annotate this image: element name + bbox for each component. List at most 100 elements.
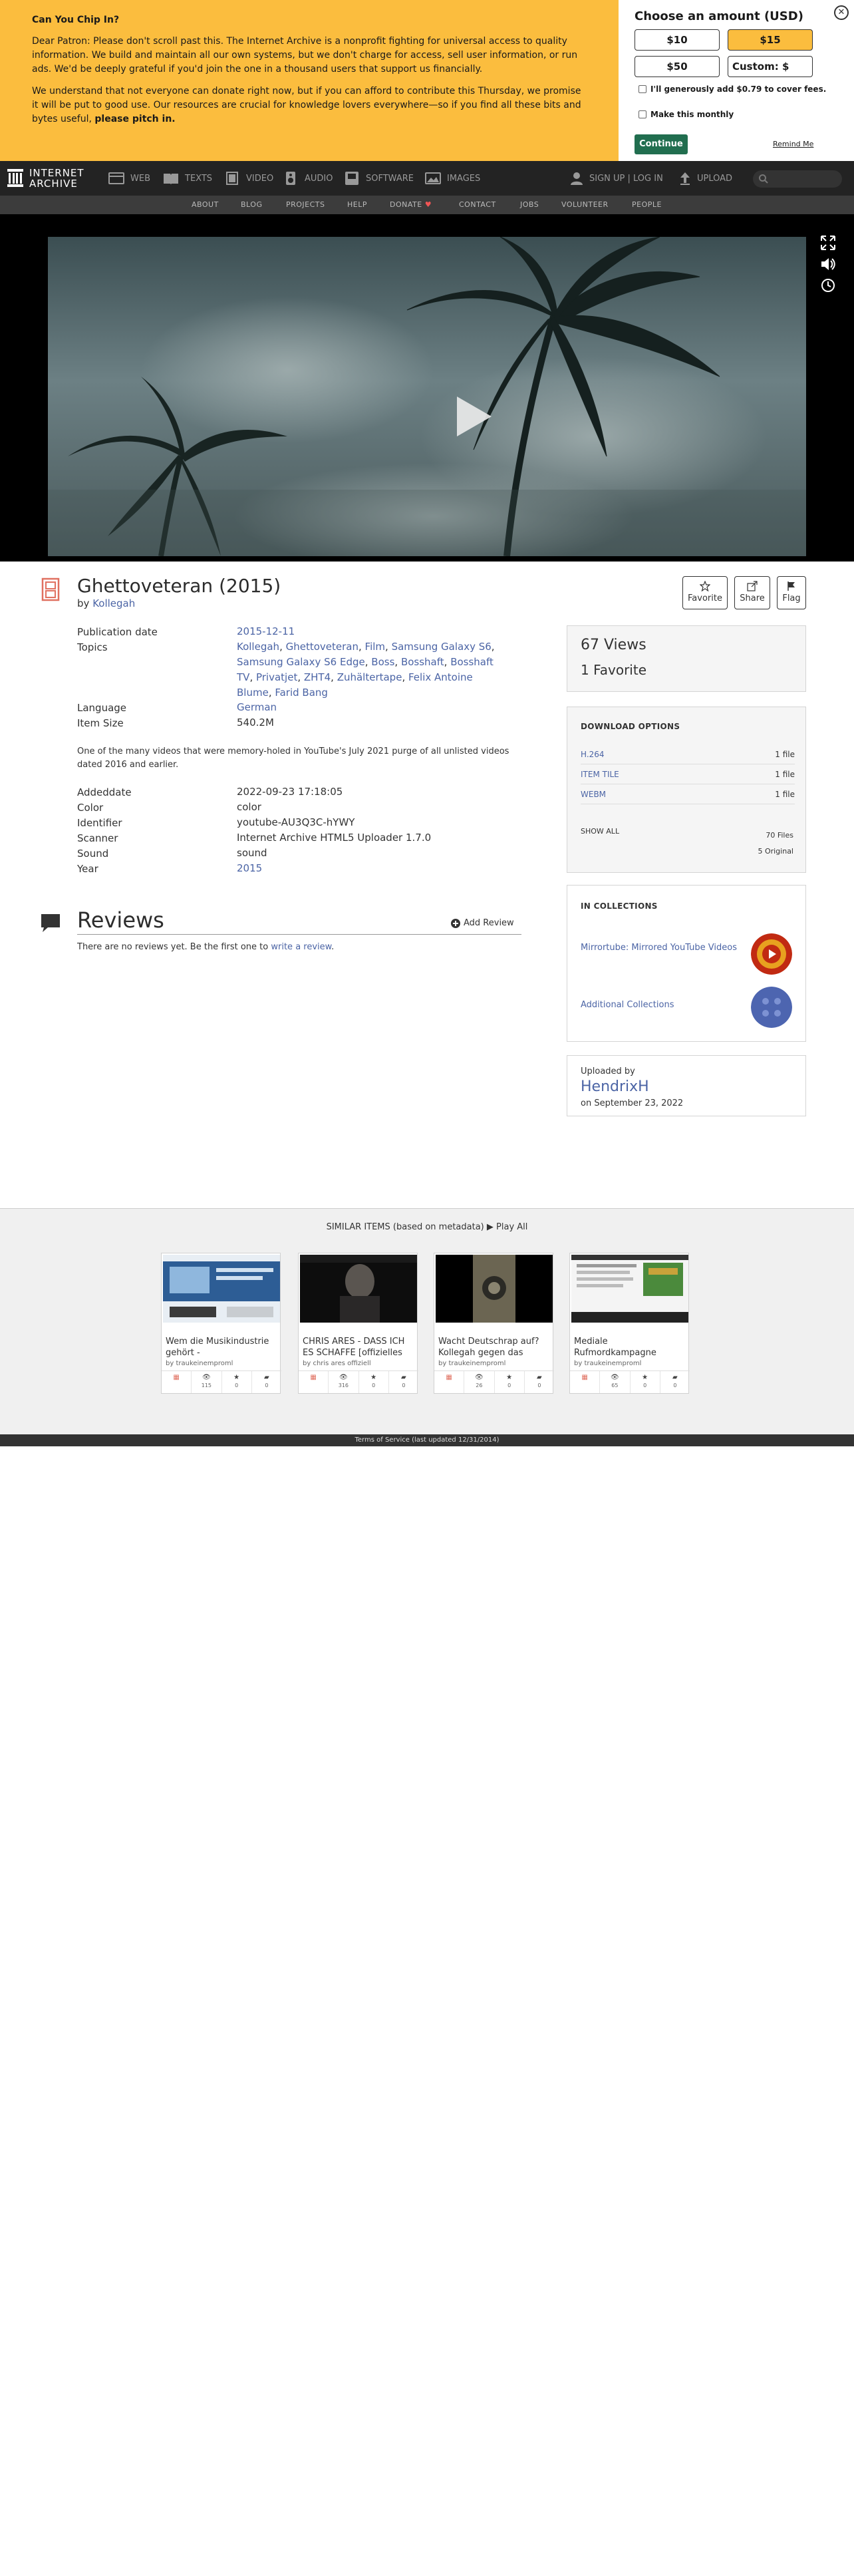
nav-texts[interactable]: TEXTS bbox=[162, 161, 212, 196]
favorite-button[interactable]: Favorite bbox=[682, 576, 728, 609]
search-input[interactable] bbox=[753, 170, 842, 188]
similar-item-thumbnail[interactable] bbox=[571, 1255, 688, 1323]
topic-link[interactable]: Samsung Galaxy S6 bbox=[392, 641, 492, 653]
remind-me-link[interactable]: Remind Me bbox=[773, 140, 813, 148]
video-still-image bbox=[48, 237, 806, 556]
donation-form: Choose an amount (USD) $10 $15 $50 Custo… bbox=[619, 0, 854, 161]
eye-icon: 👁 bbox=[202, 1374, 211, 1381]
add-review-button[interactable]: Add Review bbox=[451, 918, 514, 928]
similar-items-heading: SIMILAR ITEMS (based on metadata) ▶ Play… bbox=[0, 1222, 854, 1232]
search-icon bbox=[759, 174, 768, 184]
eye-icon: 👁 bbox=[611, 1374, 619, 1381]
amount-15-button[interactable]: $15 bbox=[728, 29, 813, 51]
similar-item-stats: ▦ 👁 65 ★ 0 ▰ 0 bbox=[570, 1370, 690, 1393]
continue-button[interactable]: Continue bbox=[635, 134, 688, 154]
topic-link[interactable]: Kollegah bbox=[237, 641, 279, 653]
close-banner-button[interactable]: ✕ bbox=[834, 5, 849, 20]
topic-link[interactable]: Ghettoveteran bbox=[286, 641, 358, 653]
video-frame[interactable] bbox=[48, 237, 806, 556]
amount-50-button[interactable]: $50 bbox=[635, 56, 720, 77]
internet-archive-logo[interactable]: INTERNET ARCHIVE bbox=[7, 166, 100, 190]
topic-link[interactable]: Zuhältertape bbox=[337, 671, 402, 683]
similar-item-card[interactable]: Wacht Deutschrap auf? Kollegah gegen das… bbox=[434, 1253, 554, 1394]
terms-of-service-link[interactable]: Terms of Service (last updated 12/31/201… bbox=[355, 1436, 499, 1444]
pubdate-link[interactable]: 2015-12-11 bbox=[237, 625, 295, 637]
collection-thumbnail-additional[interactable] bbox=[751, 987, 792, 1028]
language-link[interactable]: German bbox=[237, 701, 277, 713]
views-value: 26 bbox=[476, 1382, 483, 1388]
download-format-h264[interactable]: H.264 bbox=[581, 750, 605, 759]
add-review-label: Add Review bbox=[464, 918, 514, 928]
video-player[interactable] bbox=[0, 214, 854, 562]
nav-web[interactable]: WEB bbox=[108, 161, 150, 196]
subnav-help[interactable]: HELP bbox=[347, 196, 367, 214]
play-all-button[interactable]: ▶ Play All bbox=[487, 1222, 528, 1232]
subnav-people[interactable]: PEOPLE bbox=[632, 196, 662, 214]
subnav-about[interactable]: ABOUT bbox=[192, 196, 219, 214]
nav-images[interactable]: IMAGES bbox=[424, 161, 480, 196]
topic-link[interactable]: ZHT4 bbox=[304, 671, 331, 683]
fee-checkbox-row[interactable]: I'll generously add $0.79 to cover fees. bbox=[639, 84, 838, 94]
nav-software[interactable]: SOFTWARE bbox=[343, 161, 414, 196]
write-review-link[interactable]: write a review bbox=[271, 942, 331, 952]
similar-item-thumbnail[interactable] bbox=[436, 1255, 553, 1323]
share-button[interactable]: Share bbox=[734, 576, 770, 609]
amount-10-button[interactable]: $10 bbox=[635, 29, 720, 51]
similar-item-card[interactable]: CHRIS ARES - DASS ICH ES SCHAFFE [offizi… bbox=[298, 1253, 418, 1394]
addeddate-label: Addeddate bbox=[77, 786, 132, 798]
volume-icon[interactable] bbox=[819, 255, 837, 273]
similar-item-card[interactable]: Wem die Musikindustrie gehört - by trauk… bbox=[161, 1253, 281, 1394]
custom-amount-input[interactable]: Custom: $ bbox=[728, 56, 813, 77]
monthly-checkbox[interactable] bbox=[639, 110, 646, 118]
topic-link[interactable]: Boss bbox=[371, 656, 394, 668]
subnav-volunteer[interactable]: VOLUNTEER bbox=[561, 196, 609, 214]
flag-button[interactable]: Flag bbox=[777, 576, 806, 609]
download-format-item-tile[interactable]: ITEM TILE bbox=[581, 770, 619, 779]
collection-thumbnail-mirrortube[interactable] bbox=[751, 933, 792, 975]
uploader-link[interactable]: HendrixH bbox=[581, 1078, 649, 1095]
subnav-projects[interactable]: PROJECTS bbox=[286, 196, 325, 214]
collection-link-mirrortube[interactable]: Mirrortube: Mirrored YouTube Videos bbox=[581, 941, 754, 954]
creator-link[interactable]: Kollegah bbox=[92, 597, 135, 609]
upload-label: UPLOAD bbox=[697, 173, 733, 184]
signin-link[interactable]: SIGN UP | LOG IN bbox=[569, 161, 663, 196]
share-icon bbox=[747, 581, 758, 591]
total-files[interactable]: 70 Files bbox=[766, 831, 793, 840]
download-format-webm[interactable]: WEBM bbox=[581, 790, 606, 799]
topic-link[interactable]: Farid Bang bbox=[275, 687, 328, 699]
topic-link[interactable]: Samsung Galaxy S6 Edge bbox=[237, 656, 365, 668]
subnav-contact[interactable]: CONTACT bbox=[459, 196, 496, 214]
topic-link[interactable]: Bosshaft bbox=[401, 656, 444, 668]
subnav-donate[interactable]: DONATE ♥ bbox=[390, 196, 432, 214]
show-all-link[interactable]: SHOW ALL bbox=[581, 827, 619, 836]
similar-item-title[interactable]: Wem die Musikindustrie gehört - bbox=[166, 1336, 277, 1359]
download-row-webm[interactable]: WEBM 1 file bbox=[581, 784, 795, 804]
download-row-h264[interactable]: H.264 1 file bbox=[581, 744, 795, 764]
year-link[interactable]: 2015 bbox=[237, 862, 262, 874]
topic-link[interactable]: Film bbox=[365, 641, 385, 653]
fee-checkbox[interactable] bbox=[639, 85, 646, 93]
collection-link-additional[interactable]: Additional Collections bbox=[581, 999, 754, 1011]
fullscreen-icon[interactable] bbox=[819, 234, 837, 251]
play-icon[interactable] bbox=[457, 397, 492, 436]
similar-item-thumbnail[interactable] bbox=[163, 1255, 280, 1323]
pubdate-value: 2015-12-11 bbox=[237, 624, 509, 639]
similar-item-title[interactable]: Mediale Rufmordkampagne bbox=[574, 1336, 686, 1359]
original-files[interactable]: 5 Original bbox=[758, 847, 793, 856]
favs-value: 0 bbox=[235, 1382, 239, 1388]
nav-audio[interactable]: AUDIO bbox=[282, 161, 333, 196]
similar-item-title[interactable]: Wacht Deutschrap auf? Kollegah gegen das bbox=[438, 1336, 550, 1359]
download-row-item-tile[interactable]: ITEM TILE 1 file bbox=[581, 764, 795, 784]
upload-link[interactable]: UPLOAD bbox=[678, 161, 732, 196]
similar-item-title[interactable]: CHRIS ARES - DASS ICH ES SCHAFFE [offizi… bbox=[303, 1336, 414, 1359]
nav-video[interactable]: VIDEO bbox=[223, 161, 273, 196]
monthly-checkbox-row[interactable]: Make this monthly bbox=[639, 109, 734, 120]
similar-item-thumbnail[interactable] bbox=[300, 1255, 417, 1323]
subnav-blog[interactable]: BLOG bbox=[241, 196, 262, 214]
clock-icon[interactable] bbox=[819, 277, 837, 294]
favs-value: 0 bbox=[507, 1382, 511, 1388]
subnav-jobs[interactable]: JOBS bbox=[520, 196, 539, 214]
topic-link[interactable]: Privatjet bbox=[256, 671, 297, 683]
signin-label: SIGN UP | LOG IN bbox=[589, 173, 663, 184]
similar-item-card[interactable]: Mediale Rufmordkampagne by traukeinempro… bbox=[569, 1253, 690, 1394]
